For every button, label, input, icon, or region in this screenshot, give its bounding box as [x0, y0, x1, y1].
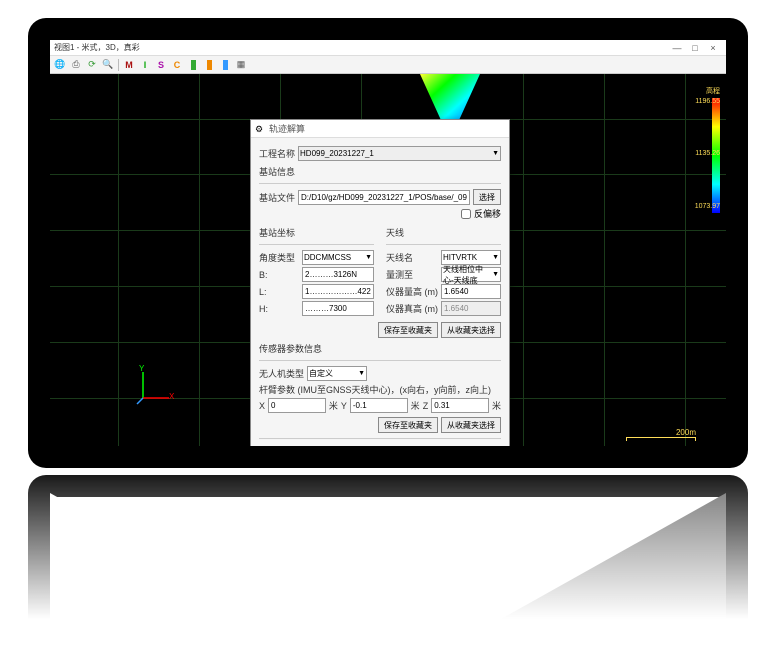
sensor-params-label: 传感器参数信息	[259, 342, 501, 355]
tool-globe-icon[interactable]: 🌐	[53, 58, 67, 72]
tool-i-icon[interactable]: I	[138, 58, 152, 72]
measure-to-select[interactable]: 天线相位中心-天线底▼	[441, 267, 501, 282]
tool-c-icon[interactable]: C	[170, 58, 184, 72]
tool-bar1-icon[interactable]	[186, 58, 200, 72]
axis-gizmo: Y X	[135, 366, 175, 406]
minimize-button[interactable]: —	[668, 43, 686, 53]
window-titlebar: 视图1 - 米式，3D，真彩 — □ ×	[50, 40, 726, 56]
tool-refresh-icon[interactable]: ⟳	[85, 58, 99, 72]
instrument-true-input	[441, 301, 501, 316]
x-label: X	[259, 401, 265, 411]
l-label: L:	[259, 287, 299, 297]
base-info-label: 基站信息	[259, 165, 501, 178]
legend-tick-mid: 1135.26	[695, 150, 720, 157]
close-button[interactable]: ×	[704, 43, 722, 53]
uav-type-label: 无人机类型	[259, 367, 304, 380]
screen: 视图1 - 米式，3D，真彩 — □ × 🌐 ⎙ ⟳ 🔍 M I S C ▦	[50, 40, 726, 446]
from-favorite-button-1[interactable]: 从收藏夹选择	[441, 322, 501, 338]
angle-type-label: 角度类型	[259, 251, 299, 264]
tool-grid-icon[interactable]: ▦	[234, 58, 248, 72]
save-favorite-button-2[interactable]: 保存至收藏夹	[378, 417, 438, 433]
laptop-frame: 视图1 - 米式，3D，真彩 — □ × 🌐 ⎙ ⟳ 🔍 M I S C ▦	[28, 18, 748, 468]
toolbar: 🌐 ⎙ ⟳ 🔍 M I S C ▦	[50, 56, 726, 74]
window-title: 视图1 - 米式，3D，真彩	[54, 42, 668, 53]
browse-button[interactable]: 选择	[473, 189, 501, 205]
dialog-titlebar[interactable]: ⚙ 轨迹解算	[251, 120, 509, 138]
tool-print-icon[interactable]: ⎙	[69, 58, 83, 72]
3d-viewport[interactable]: Y X 高程 1196.55 1135.26 1073.97 200m ⚙ 轨迹…	[50, 74, 726, 446]
uav-type-select[interactable]: 自定义▼	[307, 366, 367, 381]
angle-type-select[interactable]: DDCMMCSS▼	[302, 250, 374, 265]
laptop-reflection	[28, 475, 748, 655]
y-label: Y	[341, 401, 347, 411]
antenna-label: 天线	[386, 226, 501, 239]
project-name-label: 工程名称	[259, 147, 295, 160]
z-input[interactable]	[431, 398, 489, 413]
b-input[interactable]	[302, 267, 374, 282]
legend-tick-high: 1196.55	[695, 98, 720, 105]
tool-s-icon[interactable]: S	[154, 58, 168, 72]
base-coord-label: 基站坐标	[259, 226, 374, 239]
measure-to-label: 量测至	[386, 268, 438, 281]
trajectory-dialog: ⚙ 轨迹解算 工程名称 HD099_20231227_1▼ 基站信息 基站文件 …	[250, 119, 510, 446]
base-file-input[interactable]	[298, 190, 470, 205]
h-label: H:	[259, 304, 299, 314]
anti-multipath-checkbox[interactable]: 反偏移	[461, 207, 501, 220]
legend-title: 高程	[690, 86, 720, 96]
y-input[interactable]	[350, 398, 408, 413]
b-label: B:	[259, 270, 299, 280]
tool-bar2-icon[interactable]	[202, 58, 216, 72]
instrument-true-label: 仪器真高 (m)	[386, 302, 438, 315]
base-file-label: 基站文件	[259, 191, 295, 204]
project-name-select[interactable]: HD099_20231227_1▼	[298, 146, 501, 161]
scale-label: 200m	[626, 428, 696, 437]
tool-m-icon[interactable]: M	[122, 58, 136, 72]
maximize-button[interactable]: □	[686, 43, 704, 53]
tool-bar3-icon[interactable]	[218, 58, 232, 72]
dialog-title-text: 轨迹解算	[269, 122, 305, 135]
antenna-name-label: 天线名	[386, 251, 438, 264]
legend-tick-low: 1073.97	[695, 203, 720, 210]
scale-bar: 200m	[626, 428, 696, 438]
lever-arm-label: 杆臂参数 (IMU至GNSS天线中心)，(x向右，y向前，z向上)	[259, 383, 501, 396]
h-input[interactable]	[302, 301, 374, 316]
x-input[interactable]	[268, 398, 326, 413]
l-input[interactable]	[302, 284, 374, 299]
save-favorite-button-1[interactable]: 保存至收藏夹	[378, 322, 438, 338]
dialog-icon: ⚙	[255, 124, 265, 134]
tool-zoom-icon[interactable]: 🔍	[101, 58, 115, 72]
z-label: Z	[423, 401, 429, 411]
instrument-height-input[interactable]	[441, 284, 501, 299]
from-favorite-button-2[interactable]: 从收藏夹选择	[441, 417, 501, 433]
elevation-legend: 高程 1196.55 1135.26 1073.97	[690, 86, 720, 213]
instrument-height-label: 仪器量高 (m)	[386, 285, 438, 298]
toolbar-separator	[118, 59, 119, 71]
delete-redundant-checkbox[interactable]: 删除冗余数据	[259, 444, 501, 446]
